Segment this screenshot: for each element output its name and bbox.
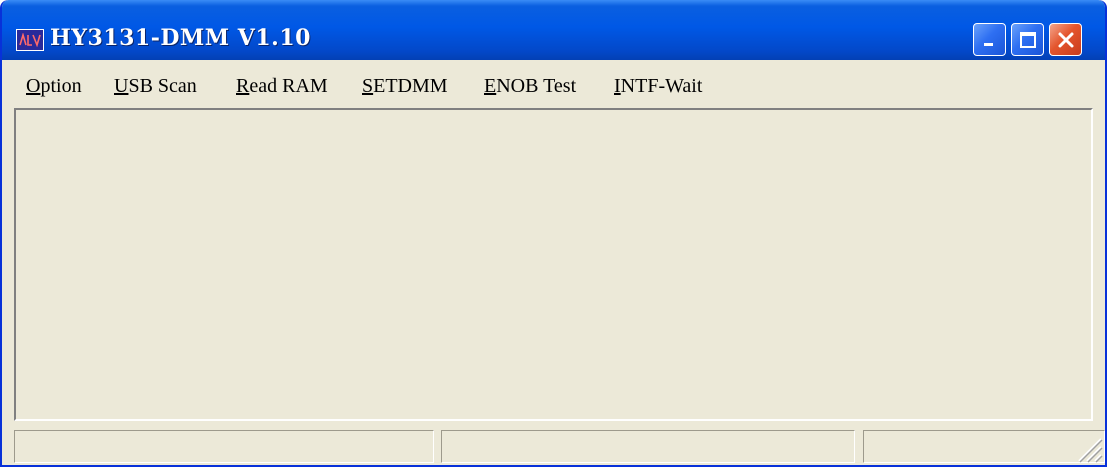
status-bar: [2, 424, 1105, 465]
minimize-icon: [983, 42, 993, 46]
maximize-icon: [1019, 31, 1036, 48]
title-bar[interactable]: HY3131-DMM V1.10: [2, 0, 1105, 60]
menu-enob-test[interactable]: ENOB Test: [484, 75, 576, 98]
menu-setdmm[interactable]: SETDMM: [362, 75, 448, 98]
menu-option[interactable]: Option: [26, 75, 82, 98]
status-panel-1: [14, 430, 434, 463]
window-title: HY3131-DMM V1.10: [50, 25, 311, 51]
client-area[interactable]: [14, 108, 1093, 421]
maximize-button[interactable]: [1011, 23, 1044, 56]
close-button[interactable]: [1049, 23, 1082, 56]
app-logo-icon[interactable]: [16, 29, 44, 51]
app-window: HY3131-DMM V1.10 Option USB Scan Read RA…: [0, 0, 1107, 467]
status-panel-2: [441, 430, 855, 463]
status-panel-3: [863, 430, 1105, 463]
resize-grip-icon[interactable]: [1071, 431, 1103, 463]
minimize-button[interactable]: [973, 23, 1006, 56]
menu-usb-scan[interactable]: USB Scan: [114, 75, 197, 98]
menu-read-ram[interactable]: Read RAM: [236, 75, 328, 98]
close-icon: [1058, 32, 1073, 47]
menu-intf-wait[interactable]: INTF-Wait: [614, 75, 702, 98]
menu-bar: Option USB Scan Read RAM SETDMM ENOB Tes…: [2, 62, 1105, 106]
